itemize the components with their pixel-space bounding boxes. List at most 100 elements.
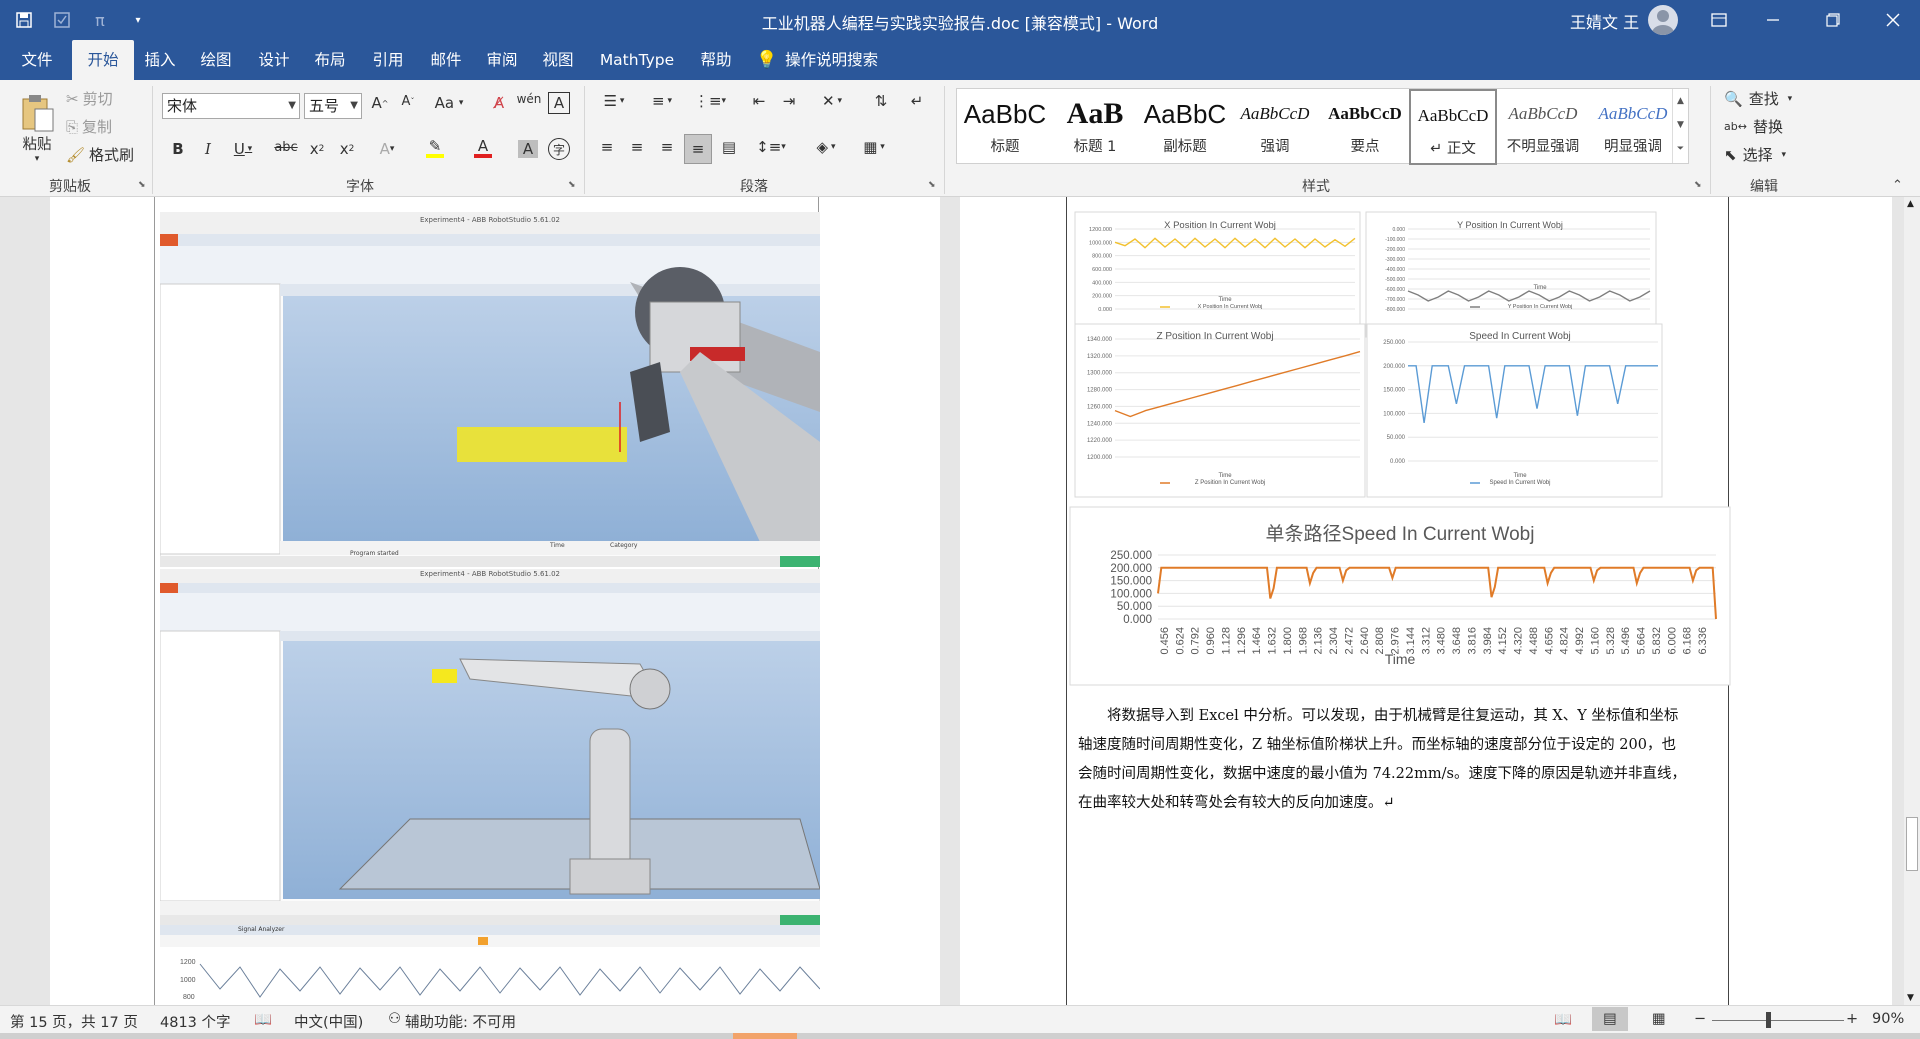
style-strong[interactable]: AaBbCcD 要点 — [1321, 89, 1409, 165]
select-button[interactable]: ⬉ 选择 ▾ — [1724, 144, 1786, 165]
text-effects-icon[interactable]: A ▾ — [372, 140, 402, 158]
decrease-indent-icon[interactable]: ⇤ — [748, 92, 770, 110]
line-spacing-icon[interactable]: ↕≡ ▾ — [754, 138, 788, 156]
tab-home[interactable]: 开始 — [72, 40, 134, 80]
find-button[interactable]: 🔍 查找 ▾ — [1724, 88, 1792, 109]
styles-launcher-icon[interactable]: ⬊ — [1694, 180, 1702, 190]
justify-icon[interactable]: ≡ — [684, 134, 712, 164]
cut-button[interactable]: ✂ 剪切 — [66, 88, 113, 109]
style-subtitle[interactable]: AaBbC 副标题 — [1141, 89, 1229, 165]
zoom-slider-thumb[interactable] — [1766, 1012, 1771, 1028]
multilevel-list-icon[interactable]: ⋮≡ ▾ — [692, 92, 728, 110]
chart-tick-label: 1300.000 — [1087, 371, 1113, 377]
superscript-icon[interactable]: x2 — [336, 140, 358, 158]
clipboard-launcher-icon[interactable]: ⬊ — [138, 180, 146, 190]
format-painter-button[interactable]: 🖌 格式刷 — [66, 144, 134, 165]
copy-button[interactable]: ⎘ 复制 — [66, 116, 112, 137]
zoom-level[interactable]: 90% — [1872, 1011, 1904, 1027]
tab-file[interactable]: 文件 — [8, 40, 66, 80]
numbering-icon[interactable]: ≡ ▾ — [644, 92, 680, 110]
avatar[interactable] — [1648, 5, 1678, 35]
vertical-scrollbar[interactable]: ▲ ▼ — [1904, 197, 1920, 1005]
proofing-icon[interactable]: 📖 — [254, 1011, 272, 1028]
tab-mathtype[interactable]: MathType — [592, 40, 682, 80]
style-heading1[interactable]: AaB 标题 1 — [1051, 89, 1139, 165]
style-intense-emphasis[interactable]: AaBbCcD 明显强调 — [1589, 89, 1677, 165]
web-layout-icon[interactable]: ▦ — [1652, 1011, 1666, 1027]
tab-draw[interactable]: 绘图 — [190, 40, 242, 80]
char-shading-icon[interactable]: A — [518, 140, 538, 158]
close-icon[interactable] — [1881, 8, 1905, 32]
replace-button[interactable]: ab↔ 替换 — [1724, 116, 1783, 137]
style-normal[interactable]: AaBbCcD ↵ 正文 — [1409, 89, 1497, 165]
user-name[interactable]: 王婧文 王 — [1570, 9, 1639, 33]
bold-icon[interactable]: B — [168, 140, 188, 158]
tab-design[interactable]: 设计 — [248, 40, 300, 80]
chart-tick-label: -200.000 — [1385, 247, 1405, 253]
bullets-icon[interactable]: ☰ ▾ — [596, 92, 632, 110]
tab-view[interactable]: 视图 — [532, 40, 584, 80]
paragraph-launcher-icon[interactable]: ⬊ — [928, 180, 936, 190]
borders-icon[interactable]: ▦ ▾ — [856, 138, 892, 156]
style-title[interactable]: AaBbC 标题 — [961, 89, 1049, 165]
chart-tick-label: 800.000 — [1092, 254, 1112, 260]
zoom-out-icon[interactable]: − — [1694, 1011, 1706, 1027]
big-chart-y-tick: 250.000 — [1110, 550, 1152, 562]
grow-font-icon[interactable]: A ^ — [370, 94, 390, 112]
tab-insert[interactable]: 插入 — [134, 40, 186, 80]
underline-icon[interactable]: U ▾ — [228, 140, 258, 158]
show-marks-icon[interactable]: ↵ — [906, 92, 928, 110]
scroll-up-icon[interactable]: ▲ — [1907, 199, 1914, 209]
minimize-icon[interactable] — [1761, 8, 1785, 32]
tab-layout[interactable]: 布局 — [304, 40, 356, 80]
font-size-combo[interactable]: 五号 ▼ — [304, 93, 362, 119]
char-border-icon[interactable]: A — [548, 92, 570, 114]
align-right-icon[interactable]: ≡ — [656, 138, 678, 156]
asian-layout-icon[interactable]: ✕ ▾ — [814, 92, 850, 110]
increase-indent-icon[interactable]: ⇥ — [778, 92, 800, 110]
subscript-icon[interactable]: x2 — [306, 140, 328, 158]
restore-icon[interactable] — [1821, 8, 1845, 32]
strikethrough-icon[interactable]: abc — [274, 140, 298, 155]
styles-scroll[interactable]: ▲ ▼ ⏷ — [1672, 89, 1688, 163]
font-color-icon[interactable]: A — [466, 138, 500, 158]
enclose-char-icon[interactable]: 字 — [548, 138, 570, 160]
sort-icon[interactable]: ⇅ — [870, 92, 892, 110]
align-left-icon[interactable]: ≡ — [596, 138, 618, 156]
word-count[interactable]: 4813 个字 — [160, 1011, 231, 1032]
shading-icon[interactable]: ◈ ▾ — [808, 138, 844, 156]
tab-references[interactable]: 引用 — [362, 40, 414, 80]
shrink-font-icon[interactable]: Aˇ — [398, 94, 418, 109]
distributed-icon[interactable]: ▤ — [718, 138, 740, 156]
tab-review[interactable]: 审阅 — [476, 40, 528, 80]
scroll-thumb[interactable] — [1906, 817, 1918, 871]
chart-frame — [1365, 211, 1657, 338]
change-case-button[interactable]: Aa ▾ — [434, 94, 464, 112]
accessibility-status[interactable]: ⚇ 辅助功能: 不可用 — [388, 1011, 516, 1032]
big-chart-x-tick: 5.496 — [1620, 627, 1632, 655]
collapse-ribbon-icon[interactable]: ⌃ — [1892, 178, 1903, 193]
tab-help[interactable]: 帮助 — [690, 40, 742, 80]
print-layout-icon[interactable]: ▤ — [1592, 1007, 1628, 1031]
read-mode-icon[interactable]: 📖 — [1554, 1011, 1572, 1028]
clear-formatting-icon[interactable]: A̸ — [488, 94, 510, 112]
font-name-combo[interactable]: 宋体 ▼ — [162, 93, 300, 119]
align-center-icon[interactable]: ≡ — [626, 138, 648, 156]
phonetic-guide-icon[interactable]: wén — [517, 92, 542, 106]
tell-me-search[interactable]: 💡 操作说明搜索 — [756, 40, 906, 80]
style-subtle-emphasis[interactable]: AaBbCcD 不明显强调 — [1499, 89, 1587, 165]
style-emphasis[interactable]: AaBbCcD 强调 — [1231, 89, 1319, 165]
paragraph-line: 轴速度随时间周期性变化，Z 轴坐标值阶梯状上升。而坐标轴的速度部分位于设定的 2… — [1078, 737, 1676, 753]
language[interactable]: 中文(中国) — [294, 1011, 363, 1032]
font-launcher-icon[interactable]: ⬊ — [568, 180, 576, 190]
scroll-down-icon[interactable]: ▼ — [1907, 993, 1914, 1003]
italic-icon[interactable]: I — [198, 140, 218, 158]
styles-group-label: 样式 — [1302, 179, 1330, 195]
page-count[interactable]: 第 15 页，共 17 页 — [10, 1011, 138, 1032]
zoom-slider[interactable] — [1712, 1020, 1844, 1021]
ribbon-display-options-icon[interactable] — [1707, 8, 1731, 32]
highlight-icon[interactable]: ✎ — [418, 138, 452, 158]
zoom-in-icon[interactable]: + — [1846, 1011, 1858, 1027]
paste-button[interactable]: 粘贴 ▾ — [14, 88, 60, 168]
tab-mailings[interactable]: 邮件 — [420, 40, 472, 80]
